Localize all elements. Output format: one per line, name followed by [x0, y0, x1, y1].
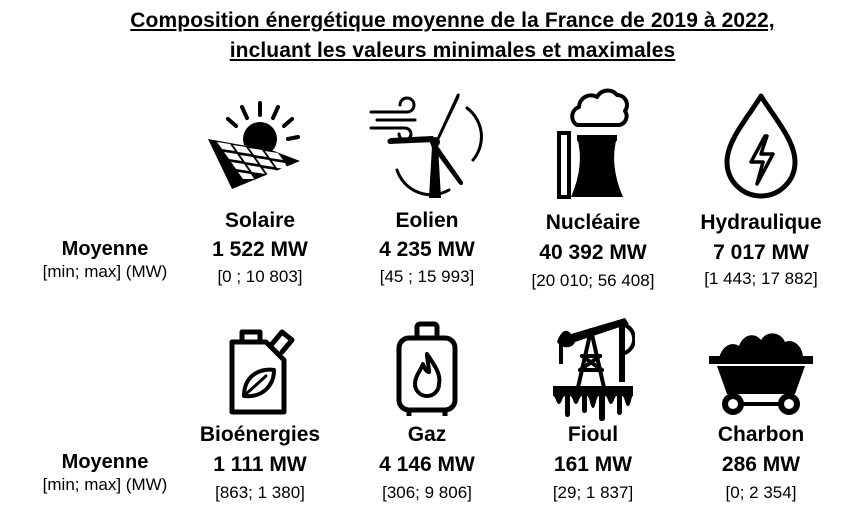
row-label-range: [min; max] (MW) — [42, 475, 168, 494]
page-title-line2: incluant les valeurs minimales et maxima… — [229, 39, 676, 62]
energy-name: Gaz — [407, 423, 447, 446]
energy-average: 40 392 MW — [539, 241, 647, 264]
energy-average: 4 235 MW — [379, 238, 475, 261]
bio-fuel-can-icon — [220, 322, 300, 418]
energy-average: 4 146 MW — [379, 453, 475, 476]
energy-name: Fioul — [567, 423, 619, 446]
energy-range: [1 443; 17 882] — [704, 269, 818, 288]
row-label-moyenne: Moyenne — [61, 238, 149, 260]
energy-name: Solaire — [224, 209, 296, 232]
gas-cylinder-icon — [393, 320, 461, 418]
energy-name: Eolien — [395, 209, 459, 232]
water-drop-icon — [719, 90, 803, 200]
energy-average: 1 111 MW — [213, 453, 307, 476]
energy-range: [29; 1 837] — [552, 483, 634, 502]
oil-pump-icon — [551, 312, 635, 422]
energy-name: Nucléaire — [545, 211, 641, 234]
energy-range: [0 ; 10 803] — [217, 267, 303, 286]
row-label-2: Moyenne [min; max] (MW) — [20, 450, 190, 496]
energy-average: 286 MW — [721, 453, 801, 476]
energy-average: 1 522 MW — [212, 238, 308, 261]
nuclear-plant-icon — [543, 85, 643, 200]
solar-panel-icon — [202, 95, 312, 195]
energy-average: 161 MW — [553, 453, 633, 476]
energy-name: Charbon — [717, 423, 805, 446]
coal-cart-icon — [707, 322, 815, 418]
page-title-line1: Composition énergétique moyenne de la Fr… — [130, 9, 775, 32]
energy-range: [863; 1 380] — [215, 483, 305, 502]
energy-range: [45 ; 15 993] — [379, 267, 475, 286]
energy-name: Bioénergies — [199, 423, 321, 446]
energy-range: [0; 2 354] — [725, 483, 797, 502]
energy-name: Hydraulique — [700, 211, 822, 234]
energy-average: 7 017 MW — [713, 241, 809, 264]
energy-range: [306; 9 806] — [382, 483, 472, 502]
energy-range: [20 010; 56 408] — [531, 271, 655, 290]
row-label-range: [min; max] (MW) — [42, 262, 168, 281]
row-label-moyenne: Moyenne — [61, 451, 149, 473]
wind-turbine-icon — [367, 90, 487, 200]
row-label-1: Moyenne [min; max] (MW) — [20, 237, 190, 283]
